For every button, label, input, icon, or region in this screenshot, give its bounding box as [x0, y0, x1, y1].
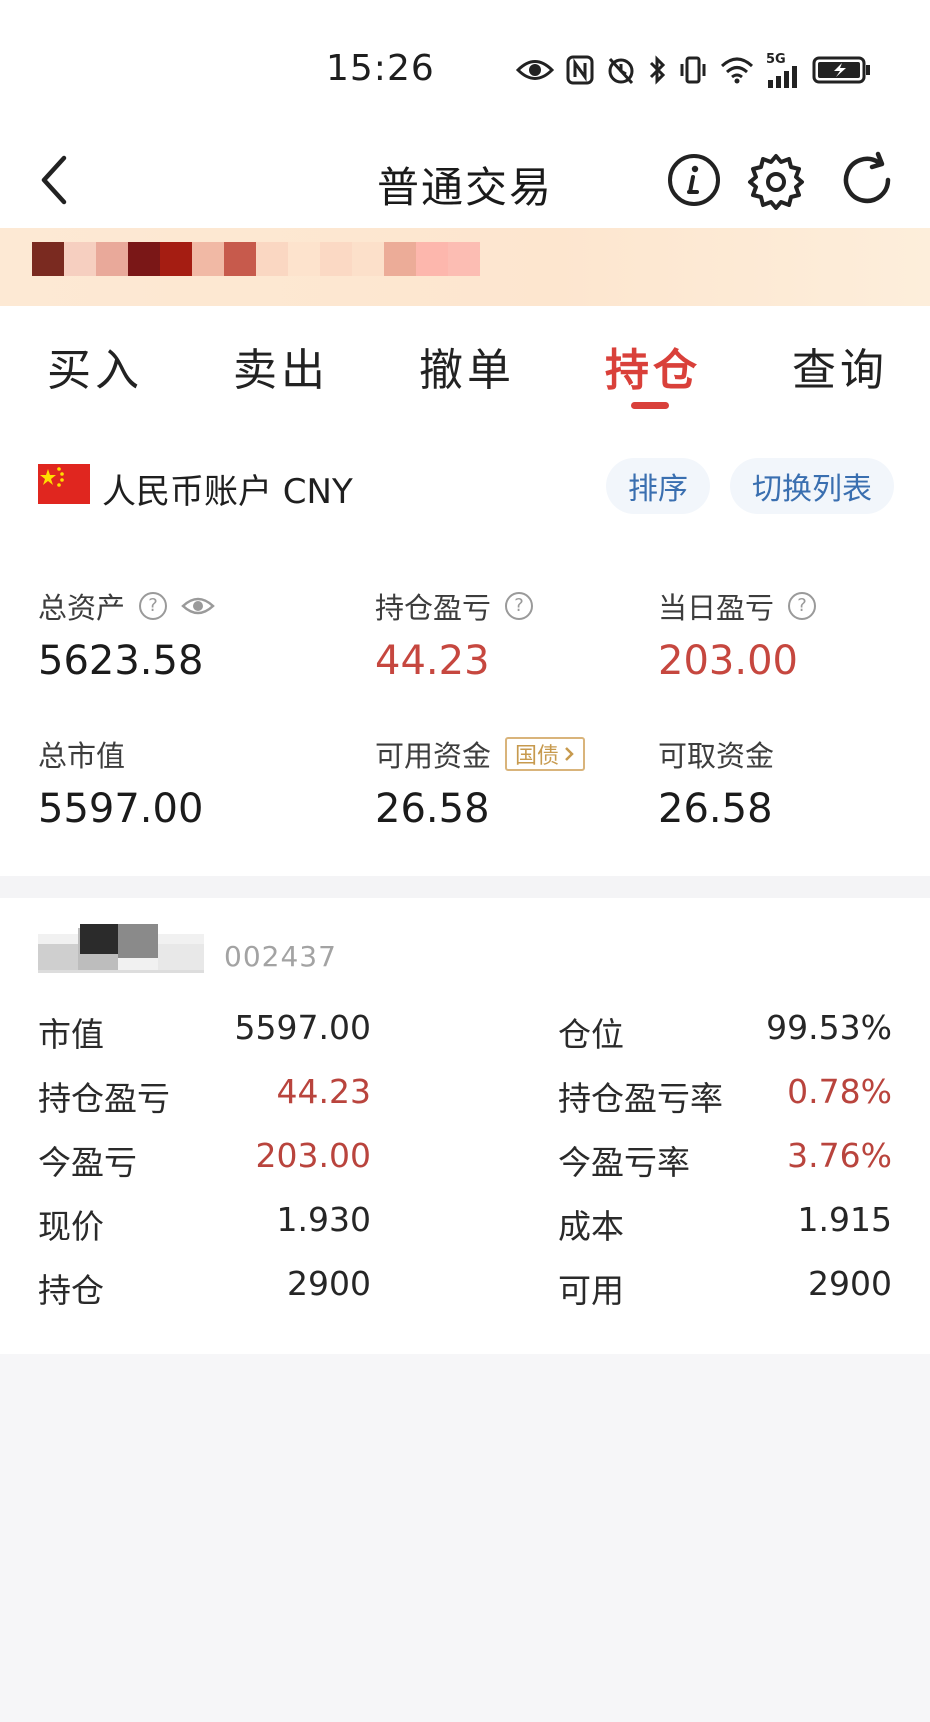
- help-icon[interactable]: ?: [139, 592, 168, 620]
- section-divider: [0, 876, 930, 898]
- tab-positions[interactable]: 持仓: [605, 334, 701, 398]
- holding-card[interactable]: 002437 市值 5597.00 仓位 99.53% 持仓盈亏 44.23 持…: [0, 898, 930, 1354]
- promo-banner[interactable]: [0, 228, 930, 306]
- today-pnl-label: 今盈亏: [38, 1143, 137, 1182]
- position-pnl-value: 44.23: [375, 638, 490, 684]
- trading-page: 15:26 5G 普通交易 买入 卖出 撤单 持仓 查询 人民币账户 CNY 排…: [0, 0, 930, 1722]
- holding-row: 持仓盈亏 44.23 持仓盈亏率 0.78%: [0, 1072, 930, 1128]
- holding-row: 持仓 2900 可用 2900: [0, 1264, 930, 1320]
- info-icon: [668, 154, 720, 206]
- wifi-icon: [720, 51, 754, 89]
- stock-code: 002437: [224, 940, 337, 973]
- chevron-right-icon: [565, 747, 574, 761]
- holding-row: 今盈亏 203.00 今盈亏率 3.76%: [0, 1136, 930, 1192]
- withdrawable-funds-label: 可取资金: [658, 739, 775, 773]
- position-pnl-label: 持仓盈亏: [375, 591, 492, 625]
- china-flag-icon: [38, 464, 90, 504]
- settings-button[interactable]: [746, 150, 806, 210]
- daily-pnl-value: 203.00: [658, 638, 798, 684]
- holding-row: 现价 1.930 成本 1.915: [0, 1200, 930, 1256]
- treasury-bond-link[interactable]: 国债: [505, 737, 586, 771]
- position-pnl-label: 持仓盈亏: [38, 1079, 170, 1118]
- available-funds-value: 26.58: [375, 786, 490, 832]
- metric-total-assets: 总资产 ? 5623.58: [38, 586, 215, 684]
- refresh-icon: [843, 151, 891, 204]
- network-label: 5G: [766, 51, 786, 67]
- tab-cancel-order[interactable]: 撤单: [419, 334, 515, 398]
- bond-tag-label: 国债: [515, 744, 560, 769]
- today-pnl-rate-label: 今盈亏率: [558, 1143, 690, 1182]
- market-value-label: 总市值: [38, 739, 126, 773]
- cost-value: 1.915: [797, 1200, 892, 1239]
- market-value-label: 市值: [38, 1015, 104, 1054]
- current-price-value: 1.930: [276, 1200, 371, 1239]
- today-pnl-rate-value: 3.76%: [787, 1136, 892, 1175]
- gear-icon: [748, 154, 804, 210]
- metric-market-value: 总市值 5597.00: [38, 734, 203, 832]
- holding-row: 市值 5597.00 仓位 99.53%: [0, 1008, 930, 1064]
- available-funds-label: 可用资金: [375, 739, 492, 773]
- position-pnl-value: 44.23: [276, 1072, 371, 1111]
- metric-position-pnl: 持仓盈亏 ? 44.23: [375, 586, 534, 684]
- account-summary: 人民币账户 CNY 排序 切换列表 总资产 ? 5623.58 持仓盈亏 ? 4…: [0, 416, 930, 876]
- refresh-button[interactable]: [838, 150, 898, 210]
- daily-pnl-label: 当日盈亏: [658, 591, 775, 625]
- info-button[interactable]: [664, 150, 724, 210]
- shares-available-value: 2900: [808, 1264, 892, 1303]
- switch-list-button[interactable]: 切换列表: [730, 458, 894, 514]
- sort-button[interactable]: 排序: [606, 458, 710, 514]
- tab-query[interactable]: 查询: [792, 334, 888, 398]
- position-pnl-rate-value: 0.78%: [787, 1072, 892, 1111]
- shares-held-value: 2900: [287, 1264, 371, 1303]
- total-assets-label: 总资产: [38, 591, 126, 625]
- tab-buy[interactable]: 买入: [47, 334, 143, 398]
- cost-label: 成本: [558, 1207, 624, 1246]
- eye-toggle-icon[interactable]: [181, 595, 215, 617]
- empty-area: [0, 1354, 930, 1722]
- nav-bar: 普通交易: [0, 130, 930, 228]
- market-value-value: 5597.00: [38, 786, 204, 832]
- stock-name-pixelated: [38, 922, 204, 976]
- battery-charging-icon: [812, 51, 872, 89]
- active-tab-indicator: [631, 402, 669, 409]
- help-icon[interactable]: ?: [505, 592, 534, 620]
- total-assets-value: 5623.58: [38, 638, 204, 684]
- withdrawable-funds-value: 26.58: [658, 786, 773, 832]
- account-title: 人民币账户 CNY: [102, 472, 353, 512]
- trade-tabs: 买入 卖出 撤单 持仓 查询: [0, 306, 930, 416]
- shares-held-label: 持仓: [38, 1271, 104, 1310]
- shares-available-label: 可用: [558, 1271, 624, 1310]
- metric-daily-pnl: 当日盈亏 ? 203.00: [658, 586, 817, 684]
- status-time: 15:26: [326, 48, 435, 89]
- position-ratio-label: 仓位: [558, 1015, 624, 1054]
- signal-icon: 5G: [766, 51, 800, 89]
- help-icon[interactable]: ?: [788, 592, 817, 620]
- position-ratio-value: 99.53%: [766, 1008, 892, 1047]
- metric-available-funds: 可用资金 国债 26.58: [375, 734, 586, 832]
- alarm-icon: [606, 51, 636, 89]
- eye-icon: [516, 51, 554, 89]
- market-value-value: 5597.00: [234, 1008, 371, 1047]
- today-pnl-value: 203.00: [255, 1136, 371, 1175]
- current-price-label: 现价: [38, 1207, 104, 1246]
- vibrate-icon: [678, 51, 708, 89]
- status-icons: 5G: [516, 50, 872, 90]
- banner-pixelated-image: [32, 242, 480, 276]
- status-bar: 15:26 5G: [0, 0, 930, 130]
- bluetooth-icon: [648, 51, 666, 89]
- tab-sell[interactable]: 卖出: [233, 334, 329, 398]
- nfc-icon: [566, 51, 594, 89]
- metric-withdrawable-funds: 可取资金 26.58: [658, 734, 774, 832]
